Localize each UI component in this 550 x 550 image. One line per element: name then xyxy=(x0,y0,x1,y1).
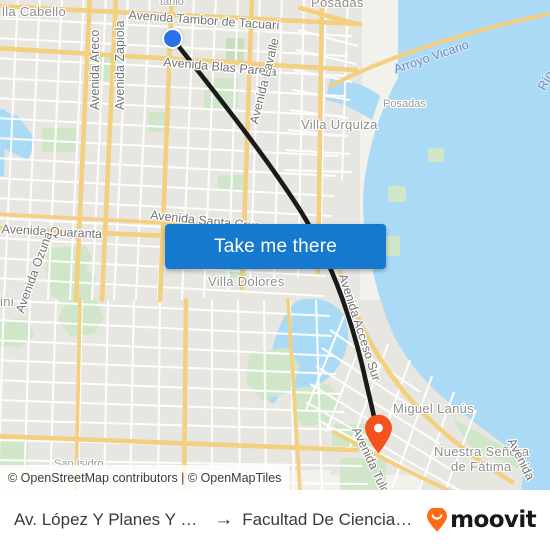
take-me-there-button[interactable]: Take me there xyxy=(165,224,386,269)
moovit-logo[interactable]: moovit xyxy=(426,507,537,533)
moovit-wordmark: moovit xyxy=(450,507,536,533)
map-attribution[interactable]: © OpenStreetMap contributors | © OpenMap… xyxy=(0,465,290,490)
trip-footer: Av. López Y Planes Y Cal... → Facultad D… xyxy=(0,490,550,550)
arrow-right-icon: → xyxy=(214,509,234,530)
trip-summary: Av. López Y Planes Y Cal... → Facultad D… xyxy=(14,509,420,531)
destination-pin-icon xyxy=(365,414,392,454)
trip-origin-label: Av. López Y Planes Y Cal... xyxy=(14,510,206,529)
moovit-pin-icon xyxy=(427,508,448,532)
map-canvas[interactable]: lla Cabello tanio Posadas Avenida Tambor de… xyxy=(0,0,550,490)
origin-marker[interactable] xyxy=(162,28,183,49)
trip-destination-label: Facultad De Ciencias E... xyxy=(242,510,421,529)
destination-marker[interactable] xyxy=(364,414,393,454)
moovit-trip-preview: lla Cabello tanio Posadas Avenida Tambor de… xyxy=(0,0,550,550)
